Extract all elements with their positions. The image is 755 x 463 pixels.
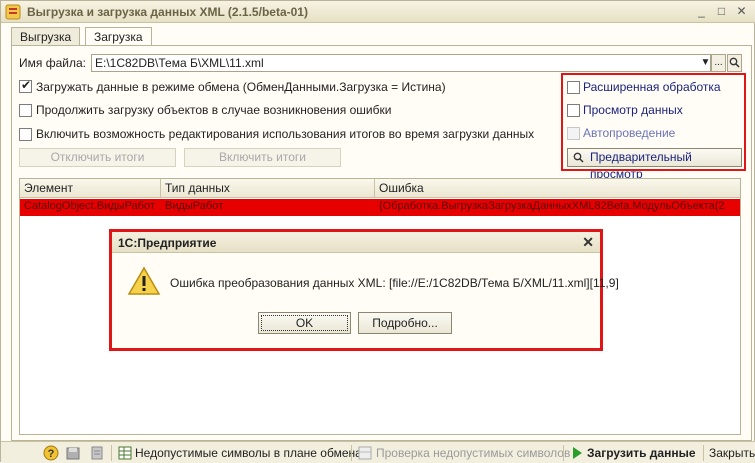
table-header: Элемент Тип данных Ошибка <box>20 179 740 198</box>
file-open-button[interactable] <box>727 54 742 72</box>
continue-on-error-checkbox[interactable] <box>19 104 32 117</box>
tab-export[interactable]: Выгрузка <box>11 27 81 46</box>
enable-totals-button[interactable]: Включить итоги <box>184 148 341 167</box>
dialog-message: Ошибка преобразования данных XML: [file:… <box>170 276 619 290</box>
column-separator <box>374 179 375 198</box>
magnifier-icon <box>573 152 584 163</box>
help-icon[interactable]: ? <box>43 445 59 461</box>
main-window: Выгрузка и загрузка данных XML (2.1.5/be… <box>0 0 755 463</box>
table-icon <box>118 446 132 460</box>
cell-element: CatalogObject.ВидыРабот <box>24 200 155 212</box>
restore-settings-icon[interactable] <box>89 445 105 461</box>
status-separator <box>111 445 112 461</box>
status-separator <box>351 445 352 461</box>
close-form-button[interactable]: Закрыть <box>709 446 755 460</box>
check-icon <box>358 446 372 460</box>
column-header-data-type[interactable]: Тип данных <box>165 181 230 195</box>
play-icon <box>573 447 582 459</box>
exchange-mode-checkbox[interactable] <box>19 78 32 93</box>
window-title: Выгрузка и загрузка данных XML (2.1.5/be… <box>27 5 308 19</box>
status-separator <box>563 445 564 461</box>
file-browse-button[interactable]: ... <box>711 54 726 72</box>
column-header-element[interactable]: Элемент <box>24 181 73 195</box>
totals-editing-checkbox[interactable] <box>19 128 32 141</box>
tab-import[interactable]: Загрузка <box>85 27 152 47</box>
load-data-button[interactable]: Загрузить данные <box>587 446 696 460</box>
status-bar: ? Недопустимые символы в плане обмена Пр… <box>1 441 755 463</box>
file-name-label: Имя файла: <box>19 56 86 70</box>
column-separator <box>160 179 161 198</box>
cell-data-type: ВидыРабот <box>165 200 224 212</box>
title-bar: Выгрузка и загрузка данных XML (2.1.5/be… <box>1 1 755 23</box>
file-name-input[interactable]: E:\1C82DB\Тема Б\XML\11.xml <box>91 54 711 72</box>
dialog-close-button[interactable]: ✕ <box>582 234 594 251</box>
error-dialog: 1С:Предприятие ✕ Ошибка преобразования д… <box>109 229 619 351</box>
close-button[interactable]: ✕ <box>733 4 750 20</box>
exchange-mode-label: Загружать данные в режиме обмена (ОбменД… <box>36 80 446 94</box>
minimize-button[interactable]: _ <box>693 4 710 20</box>
maximize-button[interactable]: □ <box>713 4 730 20</box>
totals-editing-label: Включить возможность редактирования испо… <box>36 127 535 141</box>
cell-error: {Обработка.ВыгрузкаЗагрузкаДанныхXML82Be… <box>379 200 725 212</box>
ok-button[interactable]: OK <box>258 312 351 334</box>
continue-on-error-label: Продолжить загрузку объектов в случае во… <box>36 103 392 117</box>
file-name-value: E:\1C82DB\Тема Б\XML\11.xml <box>95 56 264 70</box>
view-data-checkbox[interactable] <box>567 104 580 117</box>
status-separator <box>703 445 704 461</box>
search-icon <box>729 57 740 68</box>
dialog-title: 1С:Предприятие <box>118 236 217 250</box>
column-header-error[interactable]: Ошибка <box>379 181 424 195</box>
svg-text:?: ? <box>48 448 55 460</box>
auto-posting-checkbox[interactable] <box>567 127 580 140</box>
auto-posting-label: Автопроведение <box>583 126 676 140</box>
disable-totals-button[interactable]: Отключить итоги <box>19 148 176 167</box>
preview-button[interactable]: Предварительный просмотр <box>567 148 742 181</box>
view-data-label: Просмотр данных <box>583 103 683 117</box>
details-button[interactable]: Подробно... <box>358 312 452 334</box>
warning-icon <box>127 266 161 295</box>
extended-processing-checkbox[interactable] <box>567 81 580 94</box>
check-invalid-chars-button[interactable]: Проверка недопустимых символов <box>376 446 570 460</box>
extended-processing-label: Расширенная обработка <box>583 80 721 94</box>
app-icon <box>5 4 21 20</box>
dialog-title-bar: 1С:Предприятие ✕ <box>112 232 600 253</box>
save-settings-icon[interactable] <box>65 445 81 461</box>
table-row[interactable]: CatalogObject.ВидыРабот ВидыРабот {Обраб… <box>20 199 740 216</box>
invalid-chars-button[interactable]: Недопустимые символы в плане обмена <box>135 446 362 460</box>
